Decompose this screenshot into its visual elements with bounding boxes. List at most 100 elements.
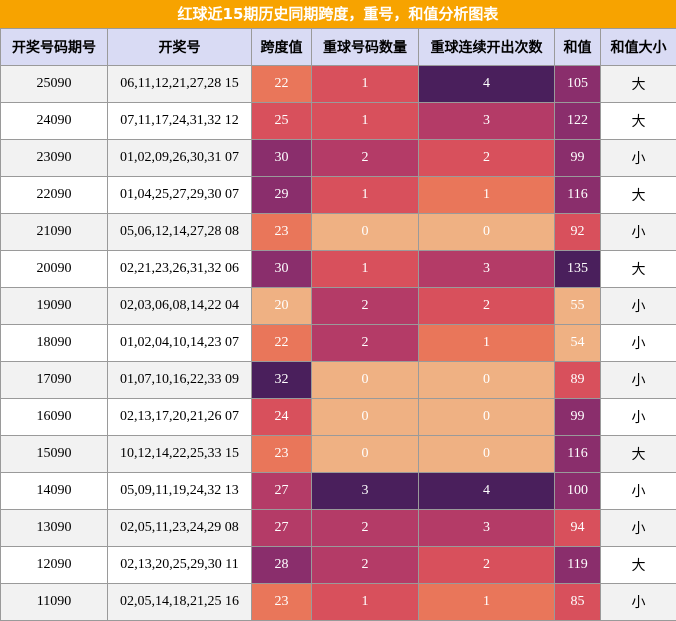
table-row: 1409005,09,11,19,24,32 132734100小 xyxy=(1,473,676,510)
cell-repeat-count: 0 xyxy=(312,214,419,251)
cell-repeat-count: 0 xyxy=(312,436,419,473)
header-numbers: 开奖号 xyxy=(108,29,252,66)
cell-repeat-count: 1 xyxy=(312,103,419,140)
table-body: 2509006,11,12,21,27,28 152214105大2409007… xyxy=(1,66,676,621)
cell-numbers: 02,13,17,20,21,26 07 xyxy=(108,399,252,436)
cell-numbers: 06,11,12,21,27,28 15 xyxy=(108,66,252,103)
cell-repeat-count: 2 xyxy=(312,547,419,584)
cell-repeat-count: 2 xyxy=(312,510,419,547)
cell-issue: 16090 xyxy=(1,399,108,436)
cell-numbers: 02,21,23,26,31,32 06 xyxy=(108,251,252,288)
cell-sum: 92 xyxy=(555,214,601,251)
cell-span: 25 xyxy=(252,103,312,140)
cell-numbers: 02,13,20,25,29,30 11 xyxy=(108,547,252,584)
cell-sum: 89 xyxy=(555,362,601,399)
cell-numbers: 05,06,12,14,27,28 08 xyxy=(108,214,252,251)
cell-issue: 13090 xyxy=(1,510,108,547)
cell-repeat-count: 2 xyxy=(312,140,419,177)
cell-span: 23 xyxy=(252,436,312,473)
cell-repeat-streak: 4 xyxy=(419,473,555,510)
header-repeat-streak: 重球连续开出次数 xyxy=(419,29,555,66)
cell-repeat-streak: 2 xyxy=(419,140,555,177)
cell-sum: 105 xyxy=(555,66,601,103)
cell-issue: 18090 xyxy=(1,325,108,362)
cell-sum: 116 xyxy=(555,177,601,214)
cell-sum-size: 大 xyxy=(601,177,676,214)
cell-span: 22 xyxy=(252,325,312,362)
table-row: 1809001,02,04,10,14,23 07222154小 xyxy=(1,325,676,362)
cell-repeat-count: 1 xyxy=(312,177,419,214)
cell-repeat-streak: 2 xyxy=(419,288,555,325)
cell-repeat-streak: 4 xyxy=(419,66,555,103)
chart-page: 红球近15期历史同期跨度，重号，和值分析图表 开奖号码期号 开奖号 跨度值 重球… xyxy=(0,0,676,620)
cell-sum-size: 大 xyxy=(601,547,676,584)
cell-span: 32 xyxy=(252,362,312,399)
cell-issue: 22090 xyxy=(1,177,108,214)
cell-sum-size: 大 xyxy=(601,251,676,288)
cell-numbers: 01,07,10,16,22,33 09 xyxy=(108,362,252,399)
table-row: 1509010,12,14,22,25,33 152300116大 xyxy=(1,436,676,473)
cell-issue: 23090 xyxy=(1,140,108,177)
cell-repeat-count: 0 xyxy=(312,399,419,436)
cell-repeat-count: 1 xyxy=(312,584,419,621)
cell-repeat-streak: 1 xyxy=(419,584,555,621)
cell-repeat-streak: 3 xyxy=(419,510,555,547)
cell-span: 28 xyxy=(252,547,312,584)
cell-repeat-streak: 2 xyxy=(419,547,555,584)
cell-issue: 19090 xyxy=(1,288,108,325)
cell-repeat-streak: 1 xyxy=(419,325,555,362)
table-row: 1209002,13,20,25,29,30 112822119大 xyxy=(1,547,676,584)
cell-issue: 11090 xyxy=(1,584,108,621)
page-title: 红球近15期历史同期跨度，重号，和值分析图表 xyxy=(0,0,676,28)
cell-repeat-streak: 0 xyxy=(419,436,555,473)
header-sum-size: 和值大小 xyxy=(601,29,676,66)
cell-issue: 20090 xyxy=(1,251,108,288)
cell-repeat-count: 0 xyxy=(312,362,419,399)
cell-span: 30 xyxy=(252,251,312,288)
cell-issue: 17090 xyxy=(1,362,108,399)
cell-numbers: 02,03,06,08,14,22 04 xyxy=(108,288,252,325)
cell-span: 23 xyxy=(252,214,312,251)
table-row: 1709001,07,10,16,22,33 09320089小 xyxy=(1,362,676,399)
cell-span: 29 xyxy=(252,177,312,214)
cell-repeat-count: 2 xyxy=(312,288,419,325)
cell-issue: 24090 xyxy=(1,103,108,140)
table-row: 2209001,04,25,27,29,30 072911116大 xyxy=(1,177,676,214)
table-row: 1309002,05,11,23,24,29 08272394小 xyxy=(1,510,676,547)
cell-sum-size: 小 xyxy=(601,140,676,177)
table-row: 2109005,06,12,14,27,28 08230092小 xyxy=(1,214,676,251)
cell-sum-size: 小 xyxy=(601,362,676,399)
header-span: 跨度值 xyxy=(252,29,312,66)
cell-sum: 122 xyxy=(555,103,601,140)
table-row: 2309001,02,09,26,30,31 07302299小 xyxy=(1,140,676,177)
table-row: 2009002,21,23,26,31,32 063013135大 xyxy=(1,251,676,288)
cell-repeat-count: 3 xyxy=(312,473,419,510)
cell-sum-size: 小 xyxy=(601,214,676,251)
cell-span: 20 xyxy=(252,288,312,325)
cell-sum-size: 大 xyxy=(601,436,676,473)
cell-repeat-count: 2 xyxy=(312,325,419,362)
header-row: 开奖号码期号 开奖号 跨度值 重球号码数量 重球连续开出次数 和值 和值大小 xyxy=(1,29,676,66)
table-row: 1109002,05,14,18,21,25 16231185小 xyxy=(1,584,676,621)
cell-numbers: 05,09,11,19,24,32 13 xyxy=(108,473,252,510)
cell-sum-size: 大 xyxy=(601,66,676,103)
cell-sum-size: 小 xyxy=(601,473,676,510)
cell-repeat-streak: 3 xyxy=(419,251,555,288)
cell-repeat-streak: 1 xyxy=(419,177,555,214)
cell-sum: 119 xyxy=(555,547,601,584)
cell-sum-size: 小 xyxy=(601,399,676,436)
cell-numbers: 02,05,11,23,24,29 08 xyxy=(108,510,252,547)
cell-sum-size: 小 xyxy=(601,288,676,325)
cell-sum: 116 xyxy=(555,436,601,473)
cell-sum-size: 小 xyxy=(601,325,676,362)
cell-sum: 99 xyxy=(555,140,601,177)
cell-issue: 25090 xyxy=(1,66,108,103)
table-row: 2409007,11,17,24,31,32 122513122大 xyxy=(1,103,676,140)
cell-span: 27 xyxy=(252,510,312,547)
cell-repeat-count: 1 xyxy=(312,251,419,288)
cell-sum-size: 大 xyxy=(601,103,676,140)
cell-span: 22 xyxy=(252,66,312,103)
cell-repeat-streak: 0 xyxy=(419,399,555,436)
cell-sum: 55 xyxy=(555,288,601,325)
table-row: 1909002,03,06,08,14,22 04202255小 xyxy=(1,288,676,325)
